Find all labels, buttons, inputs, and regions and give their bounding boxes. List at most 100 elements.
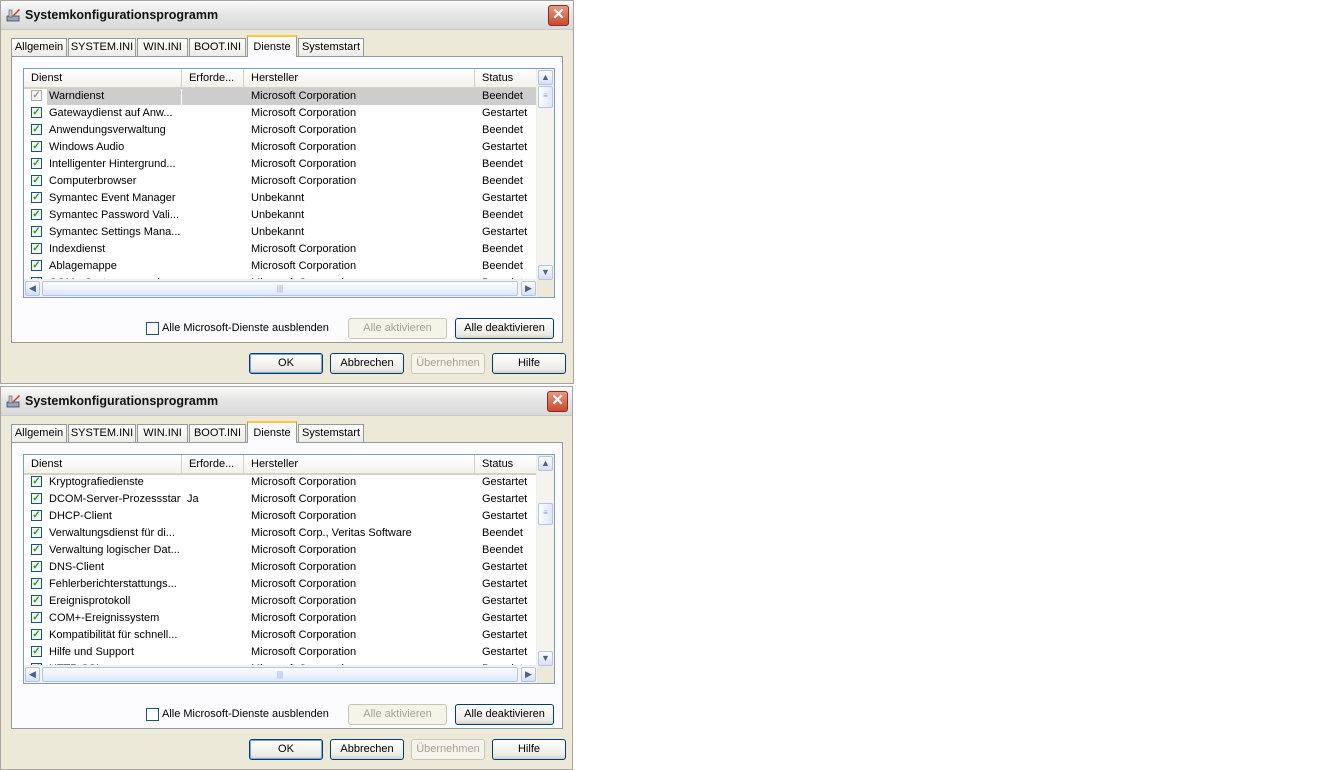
vertical-scrollbar[interactable]: ▲ ≡ ▼: [536, 455, 554, 667]
column-header-erforderlich[interactable]: Erforde...: [182, 69, 244, 87]
close-button[interactable]: ✕: [547, 391, 568, 412]
column-header-dienst[interactable]: Dienst: [24, 455, 182, 473]
table-row[interactable]: ✓ Verwaltungsdienst für di... Microsoft Co…: [24, 525, 537, 542]
title-bar[interactable]: Systemkonfigurationsprogramm ✕: [1, 1, 573, 30]
tab-boot-ini[interactable]: BOOT.INI: [189, 424, 246, 442]
table-row[interactable]: ✓ Gatewaydienst auf Anw... Microsoft Corpo…: [24, 105, 537, 122]
scroll-left-button[interactable]: ◀: [25, 281, 40, 296]
service-checkbox[interactable]: ✓: [31, 260, 42, 271]
table-row[interactable]: ✓ Ablagemappe Microsoft Corporation Beendet: [24, 258, 537, 275]
hide-microsoft-services-checkbox[interactable]: [146, 708, 159, 721]
tab-dienste[interactable]: Dienste: [247, 421, 297, 443]
horizontal-scroll-thumb[interactable]: |||: [42, 667, 518, 682]
column-header-status[interactable]: Status: [475, 455, 537, 473]
apply-button[interactable]: Übernehmen: [411, 739, 485, 760]
table-row[interactable]: ✓ Intelligenter Hintergrund... Microsoft C…: [24, 156, 537, 173]
disable-all-button[interactable]: Alle deaktivieren: [455, 704, 554, 725]
cancel-button[interactable]: Abbrechen: [330, 353, 404, 374]
help-button[interactable]: Hilfe: [492, 739, 566, 760]
scroll-up-button[interactable]: ▲: [538, 456, 553, 471]
scroll-right-button[interactable]: ▶: [521, 281, 536, 296]
table-row[interactable]: ✓ Symantec Settings Mana... Unbekannt Gesta…: [24, 224, 537, 241]
title-bar[interactable]: Systemkonfigurationsprogramm ✕: [1, 387, 572, 416]
service-checkbox[interactable]: ✓: [31, 175, 42, 186]
tab-boot-ini[interactable]: BOOT.INI: [189, 38, 246, 56]
table-row[interactable]: ✓ Indexdienst Microsoft Corporation Beendet: [24, 241, 537, 258]
services-list[interactable]: Dienst Erforde... Hersteller Status ✓ Kry…: [23, 454, 555, 684]
ok-button[interactable]: OK: [249, 353, 323, 374]
column-header-hersteller[interactable]: Hersteller: [244, 69, 475, 87]
vertical-scroll-thumb[interactable]: ≡: [538, 86, 553, 108]
table-row[interactable]: ✓ Symantec Password Vali... Unbekannt Beend…: [24, 207, 537, 224]
vertical-scrollbar[interactable]: ▲ ≡ ▼: [536, 69, 554, 281]
table-row[interactable]: ✓ Symantec Event Manager Unbekannt Gestarte…: [24, 190, 537, 207]
table-row[interactable]: ✓ Computerbrowser Microsoft Corporation Bee…: [24, 173, 537, 190]
horizontal-scroll-thumb[interactable]: |||: [42, 281, 518, 296]
column-header-dienst[interactable]: Dienst: [24, 69, 182, 87]
scroll-right-button[interactable]: ▶: [521, 667, 536, 682]
tab-systemstart[interactable]: Systemstart: [298, 38, 364, 56]
service-checkbox[interactable]: ✓: [31, 578, 42, 589]
service-checkbox[interactable]: ✓: [31, 544, 42, 555]
table-row[interactable]: ✓ Verwaltung logischer Dat... Microsoft Co…: [24, 542, 537, 559]
apply-button[interactable]: Übernehmen: [411, 353, 485, 374]
service-checkbox[interactable]: ✓: [31, 646, 42, 657]
tab-win-ini[interactable]: WIN.INI: [137, 38, 188, 56]
scroll-down-button[interactable]: ▼: [538, 265, 553, 280]
service-checkbox[interactable]: ✓: [31, 141, 42, 152]
table-row[interactable]: ✓ Fehlerberichterstattungs... Microsoft Co…: [24, 576, 537, 593]
service-checkbox[interactable]: ✓: [31, 124, 42, 135]
ok-button[interactable]: OK: [249, 739, 323, 760]
enable-all-button[interactable]: Alle aktivieren: [348, 318, 447, 339]
scroll-down-button[interactable]: ▼: [538, 651, 553, 666]
table-row[interactable]: ✓ Hilfe und Support Microsoft Corporation G…: [24, 644, 537, 661]
table-row[interactable]: ✓ Ereignisprotokoll Microsoft Corporation G…: [24, 593, 537, 610]
service-checkbox[interactable]: ✓: [31, 90, 42, 101]
table-row[interactable]: ✓ Kryptografiedienste Microsoft Corporatio…: [24, 474, 537, 491]
service-checkbox[interactable]: ✓: [31, 629, 42, 640]
vertical-scroll-thumb[interactable]: ≡: [538, 503, 553, 525]
scroll-up-button[interactable]: ▲: [538, 70, 553, 85]
table-row[interactable]: ✓ DHCP-Client Microsoft Corporation Gestart…: [24, 508, 537, 525]
table-row[interactable]: ✓ Anwendungsverwaltung Microsoft Corporati…: [24, 122, 537, 139]
horizontal-scrollbar[interactable]: ◀ ||| ▶: [24, 279, 537, 297]
table-row[interactable]: ✓ COM+-Ereignissystem Microsoft Corporatio…: [24, 610, 537, 627]
service-checkbox[interactable]: ✓: [31, 243, 42, 254]
help-button[interactable]: Hilfe: [492, 353, 566, 374]
enable-all-button[interactable]: Alle aktivieren: [348, 704, 447, 725]
table-row[interactable]: ✓ DNS-Client Microsoft Corporation Gestarte…: [24, 559, 537, 576]
service-checkbox[interactable]: ✓: [31, 493, 42, 504]
close-button[interactable]: ✕: [548, 5, 569, 26]
tab-allgemein[interactable]: Allgemein: [11, 38, 67, 56]
service-checkbox[interactable]: ✓: [31, 476, 42, 487]
tab-system-ini[interactable]: SYSTEM.INI: [68, 38, 136, 56]
service-checkbox[interactable]: ✓: [31, 561, 42, 572]
service-checkbox[interactable]: ✓: [31, 209, 42, 220]
scroll-left-button[interactable]: ◀: [25, 667, 40, 682]
horizontal-scrollbar[interactable]: ◀ ||| ▶: [24, 665, 537, 683]
column-header-hersteller[interactable]: Hersteller: [244, 455, 475, 473]
services-list[interactable]: Dienst Erforde... Hersteller Status ✓ War…: [23, 68, 555, 298]
tab-systemstart[interactable]: Systemstart: [298, 424, 364, 442]
service-checkbox[interactable]: ✓: [31, 510, 42, 521]
service-checkbox[interactable]: ✓: [31, 595, 42, 606]
disable-all-button[interactable]: Alle deaktivieren: [455, 318, 554, 339]
service-checkbox[interactable]: ✓: [31, 158, 42, 169]
tab-dienste[interactable]: Dienste: [247, 35, 297, 57]
column-header-status[interactable]: Status: [475, 69, 537, 87]
service-checkbox[interactable]: ✓: [31, 226, 42, 237]
column-header-erforderlich[interactable]: Erforde...: [182, 455, 244, 473]
tab-win-ini[interactable]: WIN.INI: [137, 424, 188, 442]
cancel-button[interactable]: Abbrechen: [330, 739, 404, 760]
table-row[interactable]: ✓ DCOM-Server-Prozessstart Ja Microsoft Cor…: [24, 491, 537, 508]
table-row[interactable]: ✓ Windows Audio Microsoft Corporation Gesta…: [24, 139, 537, 156]
service-checkbox[interactable]: ✓: [31, 107, 42, 118]
tab-allgemein[interactable]: Allgemein: [11, 424, 67, 442]
hide-microsoft-services-checkbox[interactable]: [146, 322, 159, 335]
service-checkbox[interactable]: ✓: [31, 612, 42, 623]
table-row[interactable]: ✓ Warndienst Microsoft Corporation Beendet: [24, 88, 537, 105]
table-row[interactable]: ✓ Kompatibilität für schnell... Microsoft …: [24, 627, 537, 644]
service-checkbox[interactable]: ✓: [31, 192, 42, 203]
service-checkbox[interactable]: ✓: [31, 527, 42, 538]
tab-system-ini[interactable]: SYSTEM.INI: [68, 424, 136, 442]
